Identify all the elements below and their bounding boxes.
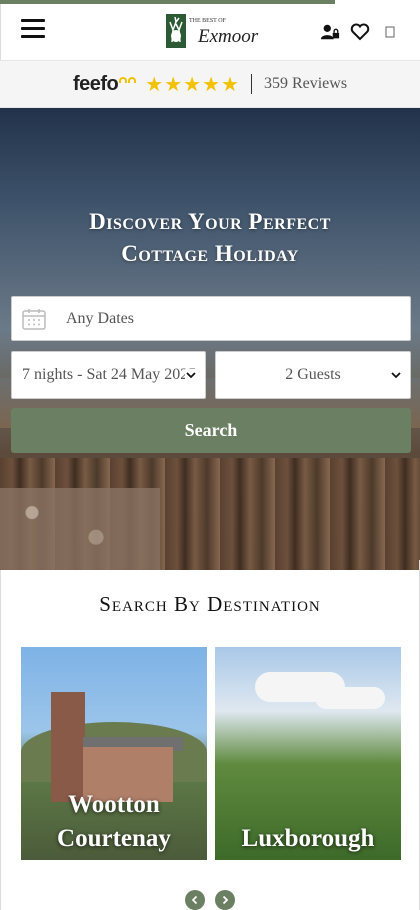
dates-field[interactable]: Any Dates	[11, 296, 411, 341]
star-icon: ★	[183, 72, 202, 96]
basket-icon[interactable]	[380, 22, 400, 42]
hero-title: Discover Your Perfect Cottage Holiday	[0, 206, 420, 270]
heart-icon[interactable]	[350, 22, 370, 42]
card-label: Luxborough	[215, 822, 401, 856]
guests-select[interactable]: 2 Guests	[215, 351, 411, 399]
feefo-logo: feefo	[73, 73, 137, 96]
destinations-heading: Search By Destination	[99, 592, 321, 616]
divider	[250, 74, 252, 94]
hero-title-line2: Cottage Holiday	[121, 241, 299, 266]
account-lock-icon[interactable]	[320, 22, 340, 42]
star-icon: ★	[164, 72, 183, 96]
star-icon: ★	[221, 72, 239, 96]
site-logo[interactable]: THE BEST OF Exmoor	[166, 12, 266, 52]
search-button[interactable]: Search	[11, 408, 411, 453]
dates-placeholder: Any Dates	[66, 309, 134, 327]
carousel-nav	[0, 890, 420, 910]
card-label: Wootton Courtenay	[21, 788, 207, 856]
calendar-icon	[22, 308, 46, 330]
chevron-down-icon	[391, 372, 401, 379]
card-church-tower	[51, 692, 85, 802]
hamburger-menu-icon[interactable]	[21, 19, 45, 39]
site-header: THE BEST OF Exmoor	[0, 4, 420, 60]
rating-stars: ★ ★ ★ ★ ★	[145, 74, 239, 94]
hero-pebbles	[0, 488, 160, 570]
card-cloud	[315, 687, 385, 709]
destination-card-luxborough[interactable]: Luxborough	[215, 647, 401, 860]
nights-value: 7 nights - Sat 24 May 2025	[22, 366, 197, 383]
card-label-line1: Wootton	[68, 791, 160, 818]
chevron-right-icon	[222, 895, 229, 905]
card-label-line1: Luxborough	[241, 825, 375, 852]
chevron-down-icon	[185, 369, 197, 381]
carousel-prev-button[interactable]	[185, 890, 205, 910]
destination-card-wootton-courtenay[interactable]: Wootton Courtenay	[21, 647, 207, 860]
chevron-left-icon	[191, 895, 198, 905]
header-icons	[320, 22, 400, 42]
star-icon: ★	[202, 72, 220, 96]
feefo-rating-bar[interactable]: feefo ★ ★ ★ ★ ★ 359 Reviews	[0, 60, 420, 108]
feefo-logo-text: feefo	[72, 72, 119, 95]
logo-top-text: THE BEST OF	[189, 18, 227, 24]
logo-main-text: Exmoor	[197, 26, 259, 47]
nights-select[interactable]: 7 nights - Sat 24 May 2025	[11, 351, 206, 399]
hero-title-line1: Discover Your Perfect	[89, 209, 331, 234]
card-label-line2: Courtenay	[57, 825, 171, 852]
hero-banner: Discover Your Perfect Cottage Holiday An…	[0, 108, 420, 570]
review-count[interactable]: 359 Reviews	[264, 75, 347, 93]
star-icon: ★	[145, 72, 164, 96]
carousel-next-button[interactable]	[215, 890, 235, 910]
feefo-eyes-icon	[119, 77, 137, 83]
guests-value: 2 Guests	[285, 366, 341, 383]
